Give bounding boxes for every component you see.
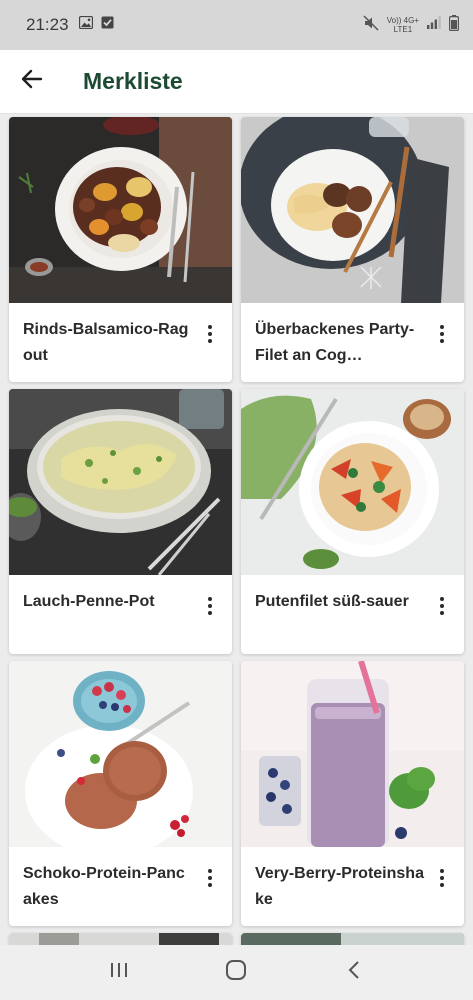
recipe-image [9, 389, 232, 575]
favorites-grid: Rinds-Balsamico-Ragout Überbackenes Part… [0, 114, 473, 945]
recipe-image [9, 661, 232, 847]
recents-button[interactable] [89, 951, 149, 995]
network-label-2: LTE1 [393, 25, 413, 34]
more-vert-icon[interactable] [198, 319, 222, 349]
recipe-card-footer: Very-Berry-Proteinshake [241, 847, 464, 926]
mute-icon [363, 14, 379, 36]
recipe-image [241, 933, 464, 945]
recipe-title-text: Überbackenes Party-Filet an Cog… [255, 321, 415, 364]
system-nav-bar [0, 945, 473, 1000]
app-bar: Merkliste [0, 50, 473, 114]
recipe-card[interactable]: Putenfilet süß-sauer [241, 389, 464, 654]
more-vert-icon[interactable] [430, 319, 454, 349]
arrow-left-icon [21, 69, 43, 94]
status-bar: 21:23 Vo)) 4G+ LTE1 [0, 0, 473, 50]
recipe-card[interactable]: Überbackenes Party-Filet an Cog… [241, 117, 464, 382]
recipe-card[interactable]: Rinds-Balsamico-Ragout [9, 117, 232, 382]
home-icon [225, 959, 247, 986]
more-vert-icon[interactable] [430, 863, 454, 893]
recipe-title: Lauch-Penne-Pot [23, 593, 155, 610]
recipe-title: Rinds-Balsamico-Ragout [23, 321, 189, 364]
back-button[interactable] [0, 50, 64, 114]
recipe-card[interactable]: Lauch-Penne-Pot [9, 389, 232, 654]
home-button[interactable] [206, 951, 266, 995]
recipe-image [9, 933, 232, 945]
recipe-card-footer: Überbackenes Party-Filet an Cog… [241, 303, 464, 382]
more-vert-icon[interactable] [430, 591, 454, 621]
recipe-card-footer: Putenfilet süß-sauer [241, 575, 464, 654]
recipe-title: Putenfilet süß-sauer [255, 593, 409, 610]
more-vert-icon[interactable] [198, 591, 222, 621]
recipe-title: Überbackenes Party-Filet an Cog… [255, 317, 425, 369]
signal-icon [427, 16, 441, 34]
page-title: Merkliste [83, 68, 183, 94]
system-back-button[interactable] [324, 951, 384, 995]
recipe-card[interactable]: Schoko-Protein-Pancakes [9, 661, 232, 926]
checkbox-notification-icon [101, 16, 114, 34]
recipe-image [241, 389, 464, 575]
recipe-image [241, 117, 464, 303]
recipe-title: Very-Berry-Proteinshake [255, 865, 424, 908]
back-chevron-icon [347, 960, 361, 985]
recents-icon [109, 961, 129, 984]
more-vert-icon[interactable] [198, 863, 222, 893]
battery-icon [449, 14, 460, 36]
network-label-1: Vo)) 4G+ [386, 16, 419, 25]
recipe-image [241, 661, 464, 847]
recipe-image [9, 117, 232, 303]
recipe-title: Schoko-Protein-Pancakes [23, 865, 185, 908]
recipe-card[interactable] [241, 933, 464, 945]
recipe-card-footer: Lauch-Penne-Pot [9, 575, 232, 654]
recipe-card[interactable]: Very-Berry-Proteinshake [241, 661, 464, 926]
recipe-card[interactable] [9, 933, 232, 945]
network-indicator: Vo)) 4G+ LTE1 [387, 16, 419, 34]
recipe-card-footer: Schoko-Protein-Pancakes [9, 847, 232, 926]
status-time: 21:23 [26, 15, 69, 34]
recipe-card-footer: Rinds-Balsamico-Ragout [9, 303, 232, 382]
gallery-notification-icon [78, 15, 93, 34]
